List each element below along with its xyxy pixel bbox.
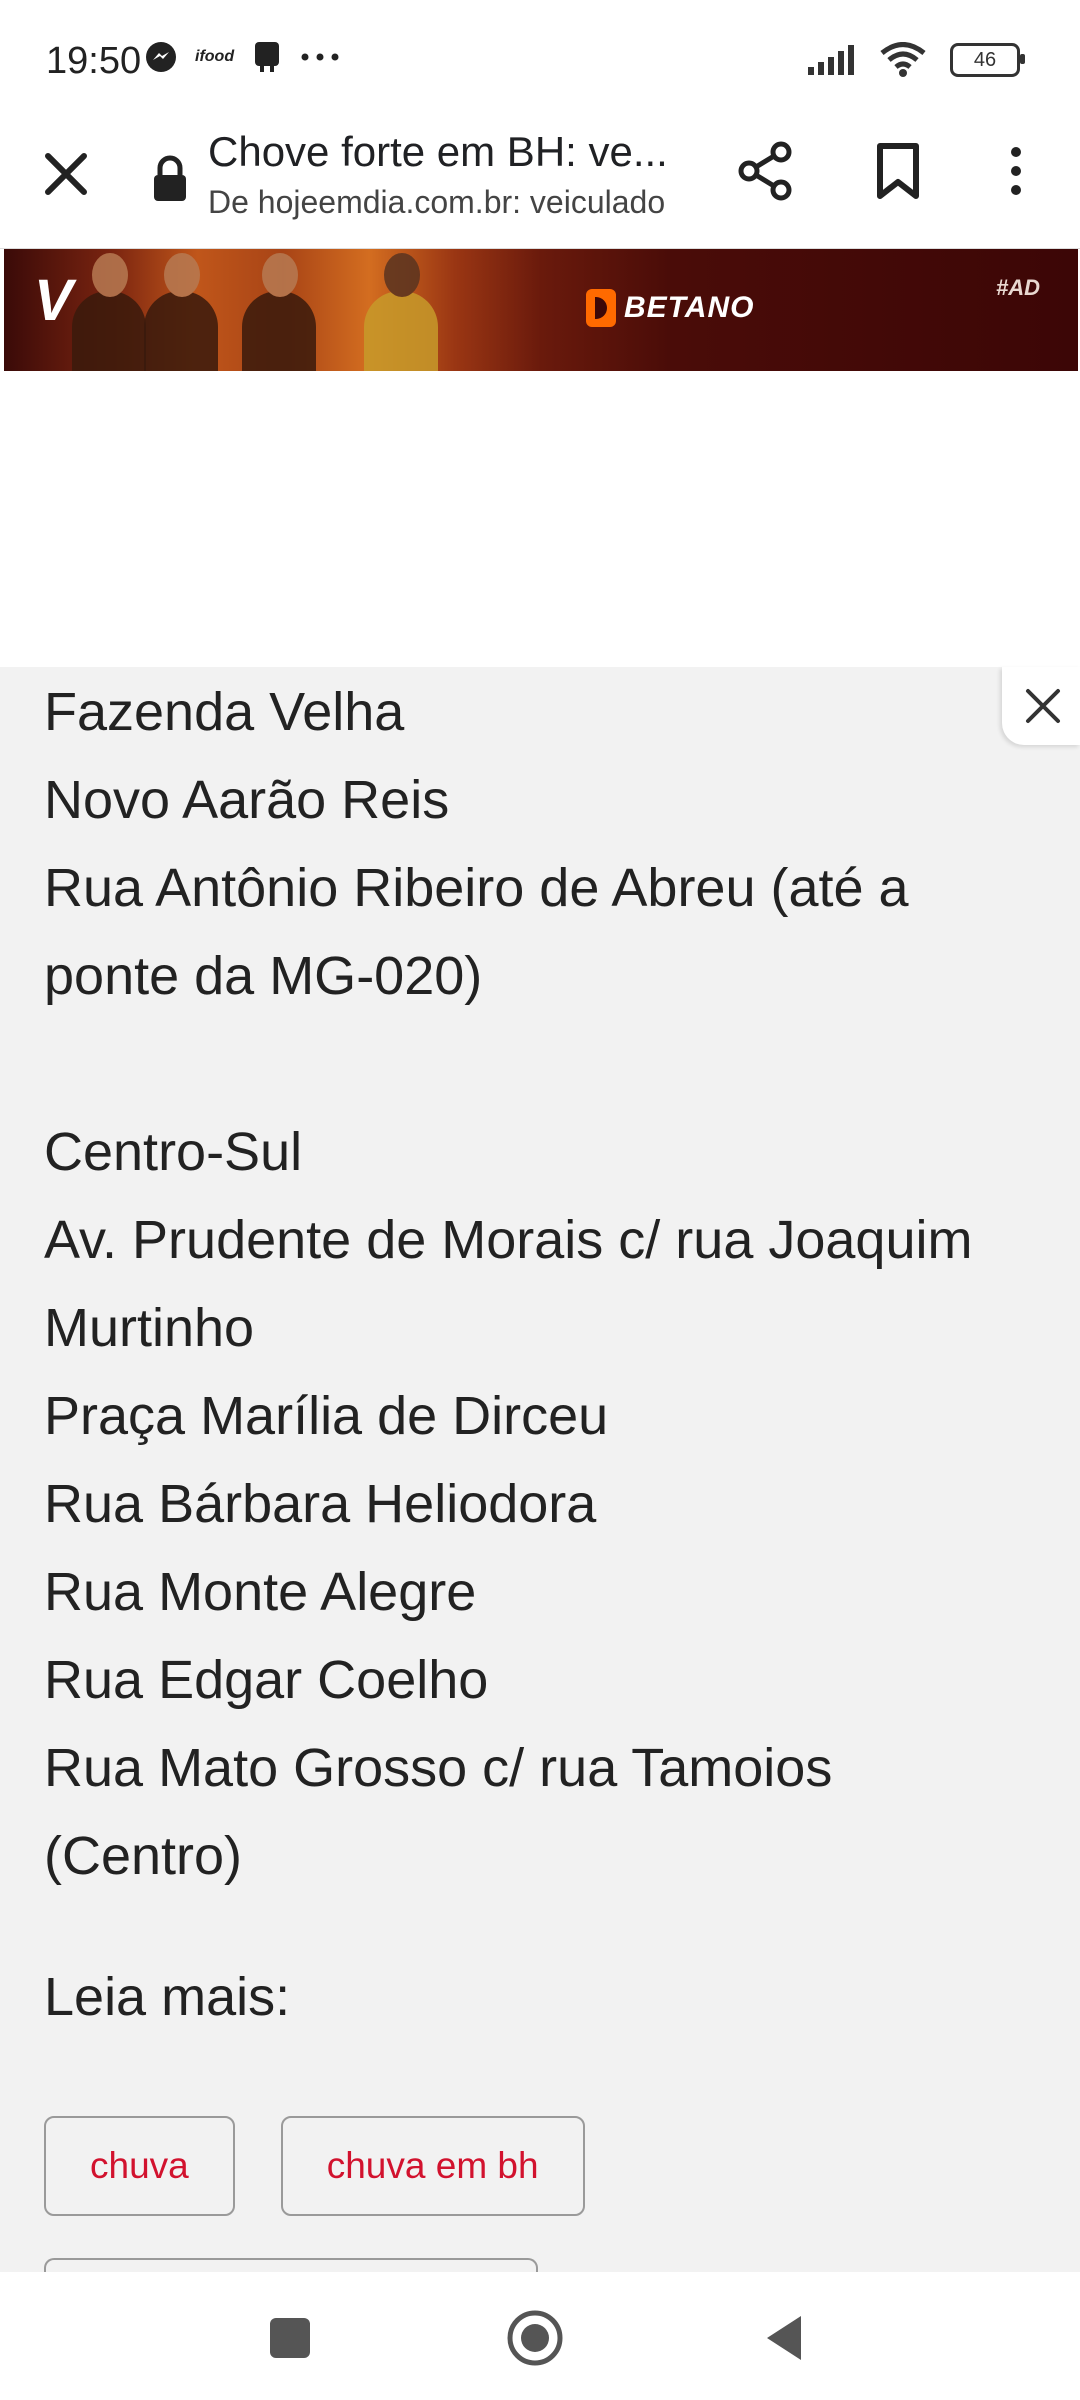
ad-player-figure [242,253,316,371]
tag-chuva-em-bh[interactable]: chuva em bh [280,2116,585,2216]
close-icon[interactable] [40,148,92,200]
battery-icon: 46 [950,43,1025,77]
tag-chuva[interactable]: chuva [44,2116,235,2216]
article-line: Rua Bárbara Heliodora [44,1474,597,1534]
article-line: Centro-Sul [44,1122,303,1182]
messenger-icon [146,42,176,72]
lock-icon [154,155,186,201]
system-nav-bar [0,2272,1080,2400]
ad-tag: #AD [995,275,1040,300]
system-icons: 46 [806,42,1025,78]
article-line: Praça Marília de Dirceu [44,1386,609,1446]
notification-icons: ifood [145,40,340,74]
page-title[interactable]: Chove forte em BH: ve... [208,128,678,176]
ad-v-logo: V [34,268,73,333]
ad-player-figure [364,253,438,371]
page-url[interactable]: De hojeemdia.com.br: veiculado [208,184,678,221]
status-time: 19:50 [46,40,142,82]
betano-logo-icon [586,289,616,327]
sim-icon [255,42,280,72]
recents-icon[interactable] [260,2308,320,2368]
article-body: Fazenda Velha Novo Aarão Reis Rua Antôni… [44,668,1014,1900]
wifi-icon [880,42,926,77]
ifood-icon: ifood [195,48,235,65]
status-bar: 19:50 ifood 46 [0,0,1080,120]
ad-container: V BETANO #AD [0,249,1080,667]
ad-brand: BETANO [586,289,754,327]
ad-player-figure [72,253,146,371]
article-line: Fazenda Velha [44,682,405,742]
tag-list: chuva chuva em bh [44,2116,585,2216]
more-vert-icon[interactable] [996,140,1036,202]
ad-player-figure [144,253,218,371]
home-icon[interactable] [505,2308,565,2368]
browser-toolbar: Chove forte em BH: ve... De hojeemdia.co… [0,120,1080,249]
article-line: Rua Edgar Coelho [44,1650,489,1710]
read-more-heading: Leia mais: [44,1967,291,2027]
ad-banner[interactable]: V BETANO #AD [4,249,1078,371]
article-line: Rua Monte Alegre [44,1562,477,1622]
bookmark-icon[interactable] [870,140,926,202]
back-icon[interactable] [755,2308,815,2368]
signal-icon [808,45,854,75]
battery-level: 46 [973,48,997,71]
article-line: Av. Prudente de Morais c/ rua Joaquim Mu… [44,1210,973,1358]
more-dots-icon [301,53,339,61]
share-icon[interactable] [735,140,797,202]
article-line: Rua Antônio Ribeiro de Abreu (até a pont… [44,858,909,1006]
ad-brand-text: BETANO [624,291,755,324]
article-line: Rua Mato Grosso c/ rua Tamoios (Centro) [44,1738,833,1886]
article-line: Novo Aarão Reis [44,770,450,830]
